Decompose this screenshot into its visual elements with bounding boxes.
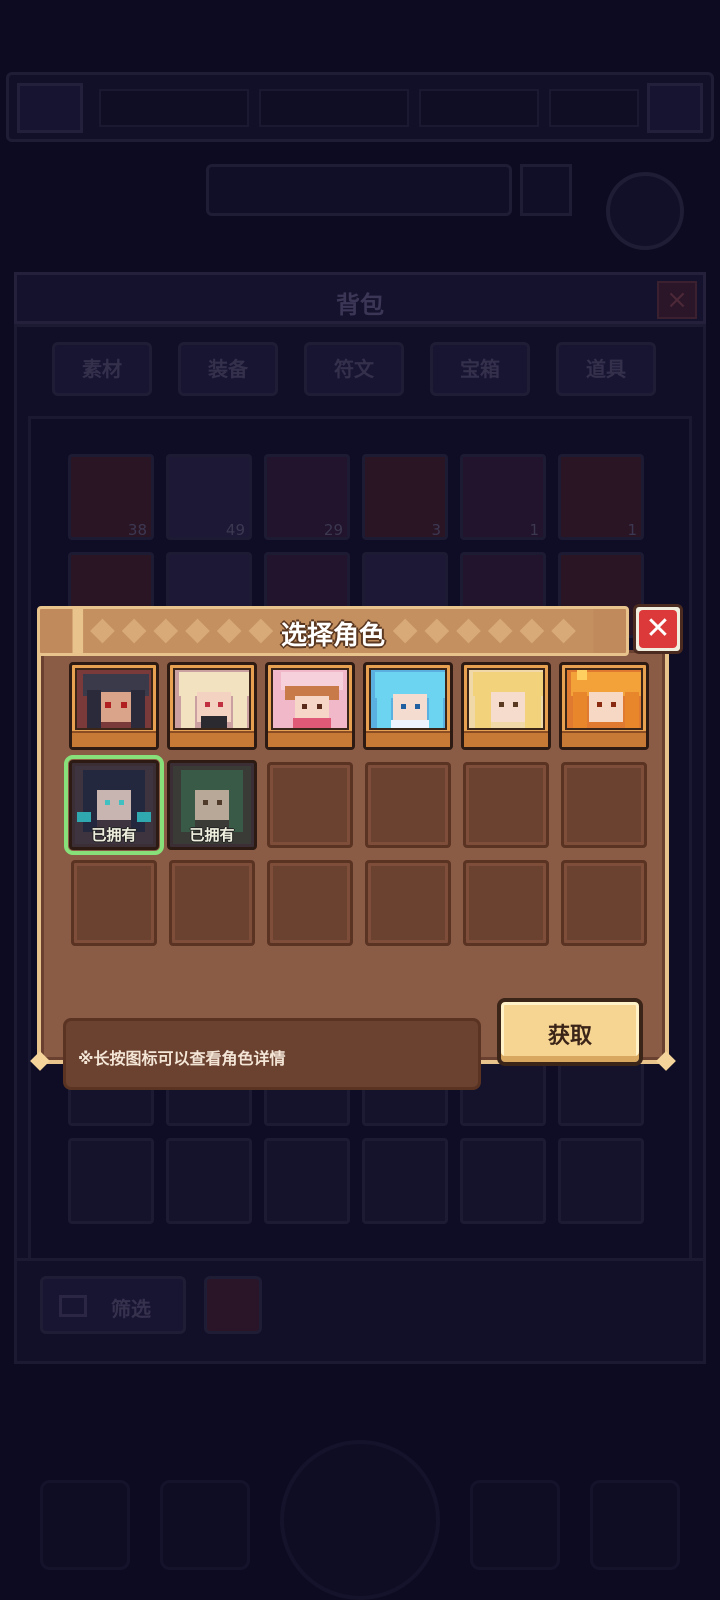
empty-character-slot: [267, 762, 353, 848]
inventory-slot: [558, 1138, 644, 1224]
top-status-bar: [6, 72, 714, 142]
inventory-slot: 1: [460, 454, 546, 540]
card-footer: [366, 731, 450, 747]
bag-close-icon: ×: [657, 281, 697, 319]
inventory-slot: [264, 1138, 350, 1224]
character-card[interactable]: [461, 662, 551, 750]
empty-character-slot: [561, 860, 647, 946]
tab-runes: 符文: [304, 342, 404, 396]
get-button-label: 获取: [547, 1024, 592, 1049]
get-button[interactable]: 获取: [497, 998, 643, 1066]
character-portrait: [271, 668, 349, 730]
resource-counter: [99, 89, 249, 127]
nav-item: [590, 1480, 680, 1570]
empty-character-slot: [267, 860, 353, 946]
character-card[interactable]: [265, 662, 355, 750]
search-icon: [520, 164, 572, 216]
tab-chests: 宝箱: [430, 342, 530, 396]
nav-center-button: [280, 1440, 440, 1600]
character-card[interactable]: [167, 662, 257, 750]
nav-item: [40, 1480, 130, 1570]
character-portrait: [565, 668, 643, 730]
inventory-slot: [460, 1138, 546, 1224]
dialog-header: 选择角色: [37, 606, 629, 656]
character-portrait: [75, 668, 153, 730]
tab-materials: 素材: [52, 342, 152, 396]
settings-gear-icon: [647, 83, 703, 133]
inventory-slot: 49: [166, 454, 252, 540]
item-count: 29: [323, 521, 343, 539]
resource-counter: [419, 89, 539, 127]
owned-label: 已拥有: [91, 826, 137, 844]
card-footer: [464, 731, 548, 747]
round-menu-button: [606, 172, 684, 250]
card-footer: [170, 731, 254, 747]
player-avatar: [17, 83, 83, 133]
card-footer: [268, 731, 352, 747]
inventory-slot: 3: [362, 454, 448, 540]
empty-character-slot: [71, 860, 157, 946]
card-footer: [72, 731, 156, 747]
owned-character-card[interactable]: 已拥有: [167, 760, 257, 850]
grid-icon: [59, 1295, 87, 1317]
empty-character-slot: [169, 860, 255, 946]
inventory-slot: [68, 1138, 154, 1224]
nav-item: [160, 1480, 250, 1570]
empty-character-slot: [365, 860, 451, 946]
close-icon: ✕: [639, 610, 677, 648]
filter-button: 筛选: [40, 1276, 186, 1334]
inventory-slot: [166, 1138, 252, 1224]
empty-character-slot: [561, 762, 647, 848]
tab-equipment: 装备: [178, 342, 278, 396]
character-portrait: [467, 668, 545, 730]
sort-icon: [204, 1276, 262, 1334]
item-count: 1: [627, 521, 637, 539]
hint-text: ※长按图标可以查看角色详情: [78, 1049, 286, 1068]
inventory-slot: 29: [264, 454, 350, 540]
card-footer: [562, 731, 646, 747]
bottom-navigation: [0, 1380, 720, 1600]
resource-counter: [549, 89, 639, 127]
dialog-body: 已拥有 已拥有 ※长按图标可以查看角色详情 获取: [30, 650, 676, 1090]
item-count: 49: [225, 521, 245, 539]
resource-counter: [259, 89, 409, 127]
character-portrait: [369, 668, 447, 730]
filter-label: 筛选: [111, 1297, 151, 1321]
empty-character-slot: [463, 860, 549, 946]
character-card[interactable]: [363, 662, 453, 750]
empty-character-slot: [365, 762, 451, 848]
owned-character-card-selected[interactable]: 已拥有: [64, 755, 164, 855]
character-card[interactable]: [69, 662, 159, 750]
search-input: [206, 164, 512, 216]
inventory-slot: 1: [558, 454, 644, 540]
item-count: 38: [127, 521, 147, 539]
bag-header: 背包 ×: [14, 272, 706, 324]
bag-title: 背包: [336, 291, 384, 319]
character-card[interactable]: [559, 662, 649, 750]
hint-box: ※长按图标可以查看角色详情: [63, 1018, 481, 1090]
close-button[interactable]: ✕: [633, 604, 683, 654]
inventory-slot: 38: [68, 454, 154, 540]
nav-item: [470, 1480, 560, 1570]
item-count: 3: [431, 521, 441, 539]
owned-label: 已拥有: [189, 826, 235, 844]
item-count: 1: [529, 521, 539, 539]
character-portrait: [173, 668, 251, 730]
select-character-dialog: 已拥有 已拥有 ※长按图标可以查看角色详情 获取 选择角色 ✕: [30, 604, 683, 1090]
dialog-title: 选择角色: [280, 621, 385, 651]
empty-character-slot: [463, 762, 549, 848]
tab-items: 道具: [556, 342, 656, 396]
inventory-slot: [362, 1138, 448, 1224]
